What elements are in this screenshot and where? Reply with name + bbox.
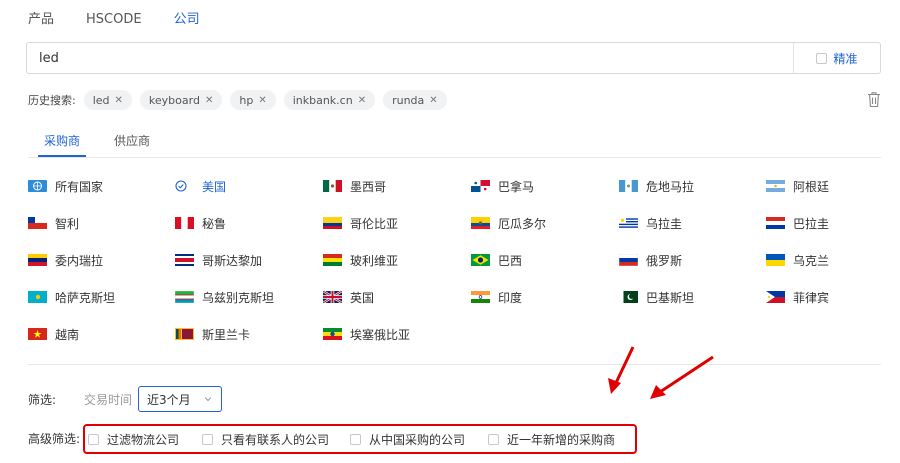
arrow-head-right xyxy=(650,385,666,399)
annotation-arrows xyxy=(608,346,714,399)
arrow-line-left xyxy=(613,346,635,386)
arrow-line-right xyxy=(659,355,714,394)
arrow-head-left xyxy=(608,378,621,394)
